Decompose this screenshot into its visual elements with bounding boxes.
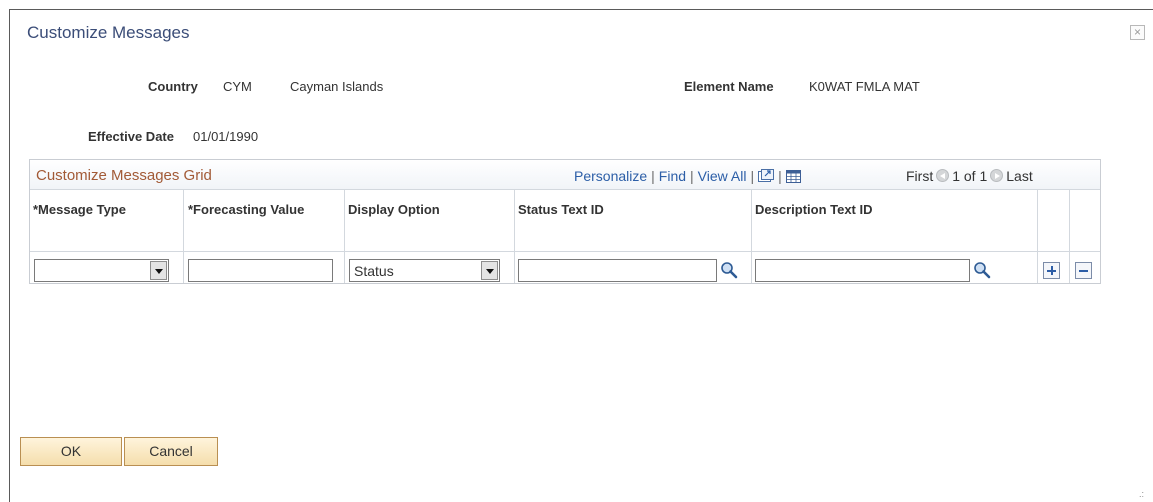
grid-header: Customize Messages Grid Personalize | Find… — [30, 160, 1100, 190]
grid-column-headers: *Message Type *Forecasting Value Display… — [30, 190, 1100, 252]
nav-separator: | — [690, 168, 694, 184]
grid-title: Customize Messages Grid — [36, 167, 212, 184]
find-link[interactable]: Find — [659, 168, 686, 184]
ok-button[interactable]: OK — [20, 437, 122, 466]
display-option-select[interactable]: Status — [349, 259, 500, 282]
country-label: Country — [148, 79, 198, 94]
col-header-description-text-id: Description Text ID — [755, 202, 873, 217]
chevron-down-icon[interactable] — [150, 261, 167, 280]
nav-separator: | — [750, 168, 755, 184]
column-divider — [344, 190, 345, 283]
country-code: CYM — [223, 79, 252, 94]
prev-arrow-icon[interactable] — [936, 169, 950, 182]
col-header-message-type: *Message Type — [33, 202, 126, 217]
resize-grip-icon[interactable]: .: — [1139, 490, 1147, 499]
nav-separator: | — [778, 168, 782, 184]
chevron-down-icon[interactable] — [481, 261, 498, 280]
col-header-forecasting-value: *Forecasting Value — [188, 202, 305, 217]
column-divider — [751, 190, 752, 283]
forecasting-value-input[interactable] — [188, 259, 333, 282]
lookup-icon[interactable] — [720, 261, 738, 279]
spreadsheet-icon[interactable] — [785, 170, 801, 183]
col-header-display-option: Display Option — [348, 202, 440, 217]
nav-separator: | — [651, 168, 655, 184]
column-divider — [514, 190, 515, 283]
lookup-icon[interactable] — [973, 261, 991, 279]
zoom-icon[interactable] — [758, 169, 775, 183]
pager-first[interactable]: First — [906, 168, 933, 184]
message-type-select[interactable] — [34, 259, 169, 282]
element-name-label: Element Name — [684, 79, 774, 94]
pager-last[interactable]: Last — [1006, 168, 1032, 184]
customize-messages-grid: Customize Messages Grid Personalize | Find… — [29, 159, 1101, 284]
cancel-button[interactable]: Cancel — [124, 437, 218, 466]
grid-nav: Personalize | Find | View All | | — [574, 168, 801, 184]
status-text-id-input[interactable] — [518, 259, 717, 282]
element-name-value: K0WAT FMLA MAT — [809, 79, 920, 94]
column-divider — [1069, 190, 1070, 283]
column-divider — [1037, 190, 1038, 283]
dialog-title: Customize Messages — [27, 23, 190, 42]
view-all-link[interactable]: View All — [698, 168, 747, 184]
description-text-id-input[interactable] — [755, 259, 970, 282]
pager-range: 1 of 1 — [952, 168, 988, 184]
country-name: Cayman Islands — [290, 79, 384, 94]
effective-date-value: 01/01/1990 — [193, 129, 259, 144]
display-option-value: Status — [354, 263, 394, 279]
add-row-icon[interactable] — [1043, 262, 1060, 279]
close-icon[interactable]: × — [1130, 25, 1145, 40]
next-arrow-icon[interactable] — [990, 169, 1004, 182]
col-header-status-text-id: Status Text ID — [518, 202, 604, 217]
delete-row-icon[interactable] — [1075, 262, 1092, 279]
effective-date-label: Effective Date — [88, 129, 174, 144]
column-divider — [183, 190, 184, 283]
grid-pager: First 1 of 1 Last — [906, 168, 1033, 184]
customize-messages-dialog: Customize Messages × Country CYM Cayman … — [9, 9, 1153, 502]
personalize-link[interactable]: Personalize — [574, 168, 647, 184]
